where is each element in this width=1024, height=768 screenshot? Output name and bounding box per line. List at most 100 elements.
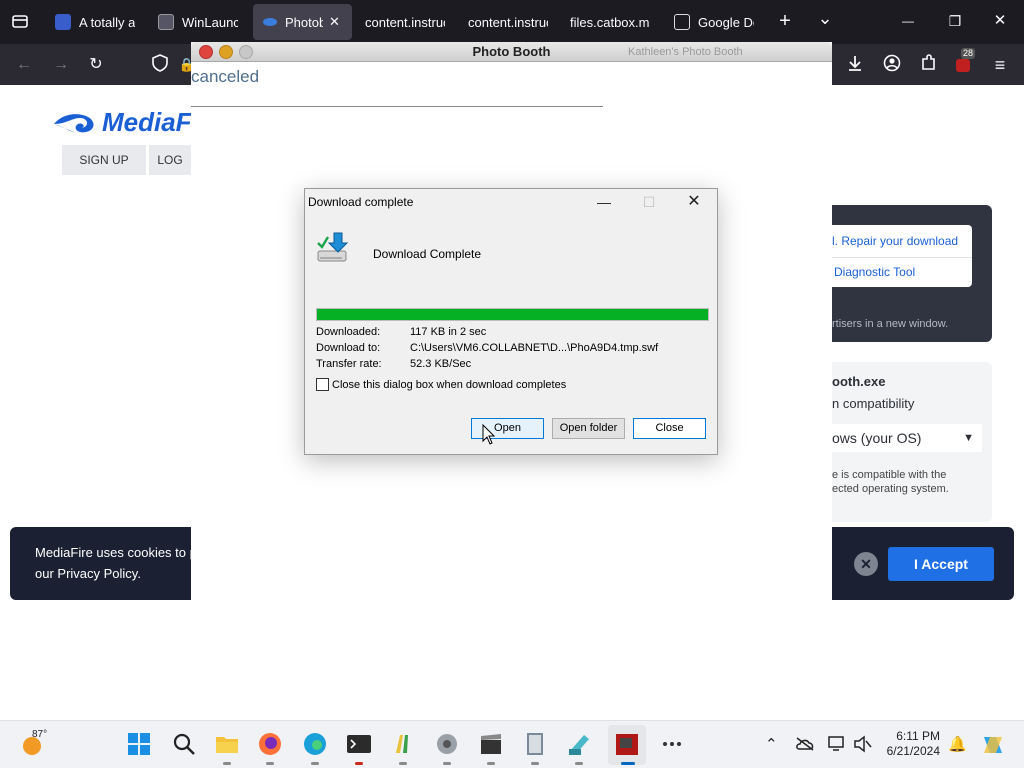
- tab-list-button[interactable]: ⌄: [815, 8, 835, 28]
- close-button[interactable]: Close: [633, 418, 706, 439]
- file-explorer-icon[interactable]: [214, 731, 240, 757]
- paint-brush-icon[interactable]: [390, 731, 416, 757]
- book-icon[interactable]: [522, 731, 548, 757]
- file-name: ooth.exe: [832, 374, 886, 389]
- download-progress-bar: [316, 308, 709, 321]
- tray-chevron-icon[interactable]: ⌃: [765, 735, 778, 753]
- downloads-icon[interactable]: [844, 54, 866, 76]
- tab-label: files.catbox.mo: [570, 14, 650, 30]
- photo-booth-titlebar[interactable]: Photo Booth Kathleen's Photo Booth: [191, 42, 832, 62]
- tab-4[interactable]: content.instruc: [355, 4, 455, 40]
- shield-icon[interactable]: [149, 54, 171, 76]
- download-to-value: C:\Users\VM6.COLLABNET\D...\PhoA9D4.tmp.…: [410, 342, 659, 354]
- photo-booth-subtitle: Kathleen's Photo Booth: [628, 46, 743, 58]
- running-indicator: [266, 762, 274, 765]
- downloaded-label: Downloaded:: [316, 326, 381, 338]
- tab-label: A totally ac: [79, 14, 135, 30]
- edge-icon[interactable]: [302, 731, 328, 757]
- checkbox-label: Close this dialog box when download comp…: [332, 378, 567, 391]
- copilot-icon[interactable]: [980, 733, 1006, 757]
- compat-note-1: e is compatible with the: [832, 469, 947, 481]
- dialog-close-button[interactable]: ✕: [679, 191, 709, 213]
- more-apps-icon[interactable]: [659, 731, 685, 757]
- tab-overview-icon[interactable]: [10, 12, 30, 36]
- download-complete-dialog: Download complete — ☐ ✕ Download Complet…: [304, 188, 718, 455]
- running-indicator: [223, 762, 231, 765]
- tab-label: Photobo: [285, 14, 323, 30]
- tab-5[interactable]: content.instruc: [458, 4, 558, 40]
- firefox-icon[interactable]: [257, 731, 283, 757]
- clock-date: 6/21/2024: [886, 744, 940, 758]
- cookie-text-line-1: MediaFire uses cookies to p: [35, 545, 197, 560]
- window-restore-button[interactable]: ❐: [945, 11, 965, 31]
- forward-icon[interactable]: →: [50, 54, 72, 76]
- dialog-title: Download complete: [308, 195, 414, 209]
- browser-tab-bar: A totally ac WinLaunch Photobo ✕ content…: [0, 0, 1024, 44]
- signup-button[interactable]: SIGN UP: [62, 145, 146, 175]
- caret-down-icon: ▼: [963, 432, 974, 444]
- running-indicator: [311, 762, 319, 765]
- clapperboard-icon[interactable]: [478, 731, 504, 757]
- os-select[interactable]: ows (your OS) ▼: [832, 424, 982, 452]
- transfer-rate-value: 52.3 KB/Sec: [410, 358, 472, 370]
- compat-note-2: ected operating system.: [832, 483, 949, 495]
- divider: [832, 257, 972, 258]
- photo-booth-icon[interactable]: [614, 731, 640, 757]
- reload-icon[interactable]: ↻: [85, 54, 107, 76]
- terminal-icon[interactable]: [346, 731, 372, 757]
- tab-3-active[interactable]: Photobo ✕: [253, 4, 352, 40]
- tab-label: content.instruc: [365, 14, 445, 30]
- tab-7[interactable]: Google Dev: [664, 4, 764, 40]
- running-indicator: [443, 762, 451, 765]
- extensions-icon[interactable]: [917, 54, 939, 76]
- notification-bell-icon[interactable]: 🔔: [948, 735, 967, 753]
- tab-close-icon[interactable]: ✕: [329, 14, 340, 30]
- network-icon[interactable]: [827, 735, 847, 753]
- tab-label: WinLaunch: [182, 14, 238, 30]
- cookie-accept-button[interactable]: I Accept: [888, 547, 994, 581]
- running-indicator: [355, 762, 363, 765]
- running-indicator: [399, 762, 407, 765]
- windows-taskbar: 87° ⌃ 6:11 PM 6/21/2024 🔔: [0, 720, 1024, 768]
- onedrive-icon[interactable]: [795, 737, 815, 751]
- login-button[interactable]: LOG: [149, 145, 191, 175]
- tab-1[interactable]: A totally ac: [45, 4, 145, 40]
- cookie-dismiss-button[interactable]: ✕: [854, 552, 878, 576]
- account-icon[interactable]: [881, 54, 903, 76]
- transfer-rate-label: Transfer rate:: [316, 358, 382, 370]
- notepad-icon[interactable]: [566, 731, 592, 757]
- diagnostic-tool-link[interactable]: Diagnostic Tool: [834, 265, 915, 279]
- running-indicator: [621, 762, 635, 765]
- tab-2[interactable]: WinLaunch: [148, 4, 248, 40]
- clock[interactable]: 6:11 PM 6/21/2024: [886, 729, 940, 759]
- tab-label: content.instruc: [468, 14, 548, 30]
- advertisers-note: rtisers in a new window.: [832, 318, 949, 330]
- close-when-complete-checkbox[interactable]: Close this dialog box when download comp…: [316, 378, 566, 391]
- addon-icon[interactable]: 28: [952, 48, 976, 76]
- back-icon[interactable]: ←: [13, 54, 35, 76]
- window-close-button[interactable]: ✕: [990, 11, 1010, 31]
- cookie-text-line-2: our Privacy Policy.: [35, 566, 141, 581]
- new-tab-button[interactable]: +: [775, 11, 795, 31]
- windows-start-icon[interactable]: [126, 731, 152, 757]
- media-icon[interactable]: [434, 731, 460, 757]
- tab-6[interactable]: files.catbox.mo: [560, 4, 660, 40]
- mediafire-logo[interactable]: MediaF: [52, 107, 192, 138]
- cookie-text: MediaFire uses cookies to p our Privacy …: [35, 542, 197, 584]
- progress-fill: [317, 309, 708, 320]
- running-indicator: [575, 762, 583, 765]
- menu-icon[interactable]: ≡: [989, 54, 1011, 76]
- dialog-minimize-button[interactable]: —: [589, 191, 619, 213]
- running-indicator: [487, 762, 495, 765]
- volume-mute-icon[interactable]: [853, 735, 873, 753]
- download-complete-icon: [317, 232, 349, 262]
- open-folder-button[interactable]: Open folder: [552, 418, 625, 439]
- window-minimize-button[interactable]: —: [898, 11, 918, 31]
- dialog-maximize-button: ☐: [642, 194, 656, 210]
- extensions-badge: 28: [961, 48, 976, 59]
- search-icon[interactable]: [171, 731, 197, 757]
- tab-favicon-icon: [674, 14, 690, 30]
- checkbox-box[interactable]: [316, 378, 329, 391]
- tab-favicon-icon: [263, 18, 277, 26]
- repair-download-link[interactable]: l. Repair your download: [832, 234, 958, 248]
